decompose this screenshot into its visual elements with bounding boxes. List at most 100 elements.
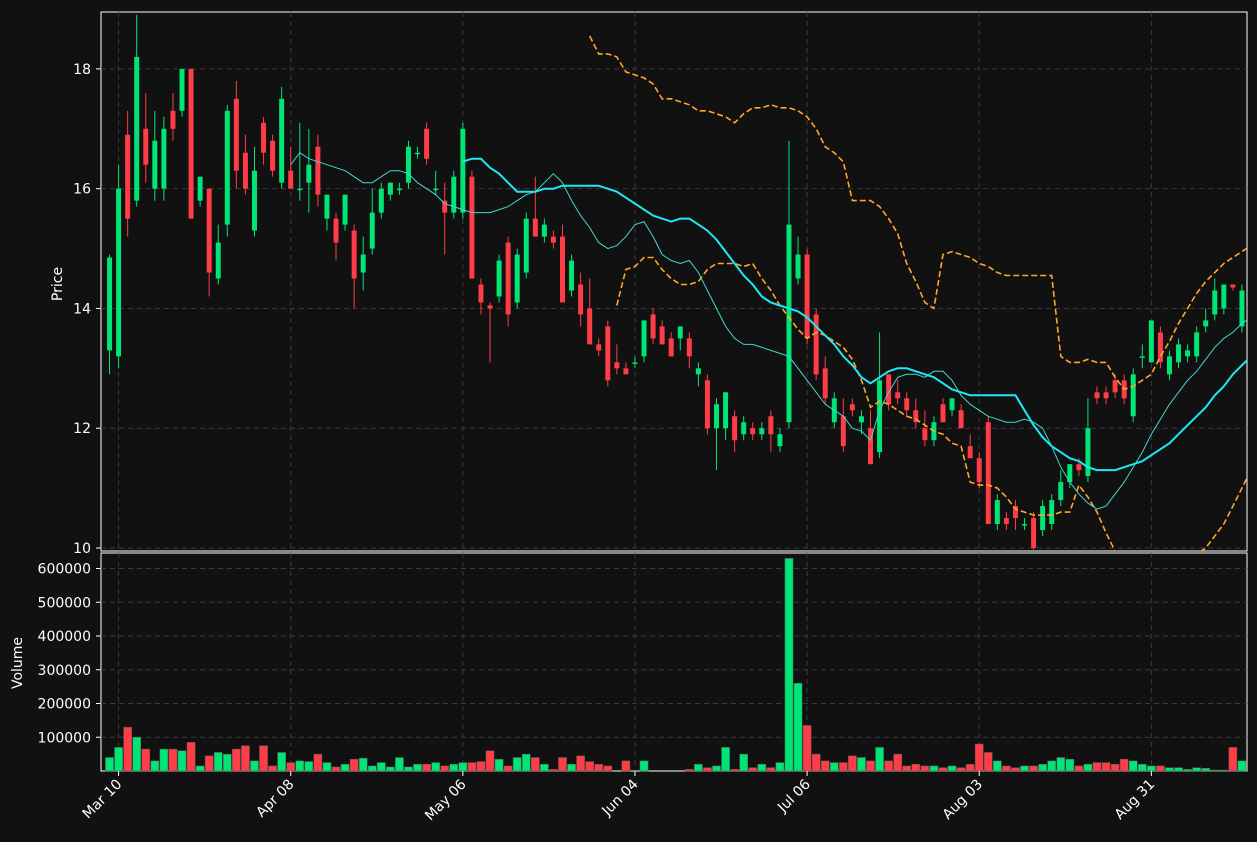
- candle-body: [650, 314, 656, 339]
- candle: [704, 374, 710, 435]
- volume-bar: [132, 737, 142, 772]
- volume-axis-label: Volume: [10, 637, 26, 689]
- volume-bar: [1101, 762, 1111, 772]
- volume-bar: [594, 764, 604, 772]
- volume-bar: [766, 767, 776, 772]
- volume-bar: [1038, 764, 1047, 772]
- candle-body: [958, 410, 964, 429]
- candle-body: [523, 218, 529, 273]
- candle-body: [1176, 344, 1182, 363]
- volume-bar: [784, 558, 794, 772]
- candle: [460, 122, 466, 219]
- candle-body: [1103, 392, 1109, 399]
- candle-body: [179, 68, 185, 111]
- volume-bar: [739, 753, 749, 772]
- volume-bar: [603, 765, 613, 772]
- volume-bar: [1147, 765, 1156, 772]
- candle-body: [297, 188, 303, 191]
- volume-bar: [893, 753, 903, 772]
- volume-bar: [956, 767, 966, 772]
- candle-body: [940, 404, 946, 423]
- candle: [179, 68, 185, 117]
- candle-body: [206, 188, 212, 273]
- volume-bar: [1092, 762, 1102, 772]
- candle-body: [632, 362, 638, 364]
- volume-bar: [195, 765, 205, 772]
- candle-body: [251, 170, 257, 231]
- volume-bar: [105, 757, 114, 772]
- candle: [505, 236, 511, 327]
- volume-bar: [159, 748, 169, 772]
- candle-body: [741, 422, 747, 435]
- volume-bar: [866, 760, 875, 772]
- volume-bar: [1201, 768, 1211, 772]
- price-tick-label: 16: [73, 182, 91, 198]
- candle-body: [550, 236, 556, 243]
- candle: [161, 116, 167, 201]
- volume-bar: [340, 764, 350, 772]
- candle: [116, 164, 122, 369]
- candle-body: [723, 392, 729, 429]
- volume-bar: [367, 765, 377, 772]
- volume-bar: [304, 761, 314, 772]
- volume-bar: [512, 757, 522, 772]
- candle-body: [777, 434, 783, 447]
- candle-body: [107, 257, 113, 351]
- volume-tick-label: 100000: [38, 730, 91, 746]
- candle: [224, 104, 230, 237]
- candle-body: [849, 404, 855, 411]
- candle-body: [433, 188, 439, 191]
- volume-bar: [286, 762, 296, 772]
- candle-body: [840, 416, 846, 447]
- volume-bar: [684, 769, 694, 772]
- candle-body: [994, 500, 1000, 525]
- volume-bar: [857, 757, 866, 772]
- volume-bar: [521, 753, 531, 772]
- volume-bar: [413, 764, 422, 772]
- candle-body: [1203, 320, 1209, 327]
- candle-body: [1085, 428, 1091, 477]
- volume-bar: [576, 755, 585, 772]
- volume-bar: [920, 765, 930, 772]
- candle-body: [161, 128, 167, 189]
- candle-body: [596, 344, 602, 351]
- candle-body: [224, 110, 230, 225]
- volume-bar: [250, 760, 259, 772]
- candle-body: [505, 242, 511, 315]
- candle-body: [822, 368, 828, 399]
- candle-body: [415, 152, 421, 155]
- volume-bar: [1056, 757, 1066, 772]
- candle-body: [858, 416, 864, 423]
- volume-bar: [1128, 760, 1138, 772]
- candle-body: [686, 338, 692, 357]
- candle-body: [116, 188, 122, 357]
- candle-body: [949, 398, 955, 411]
- volume-bar: [549, 769, 558, 772]
- candle-body: [1230, 284, 1236, 288]
- candle-body: [125, 134, 131, 219]
- volume-bar: [431, 762, 440, 772]
- volume-bar: [1074, 765, 1084, 772]
- candle: [188, 68, 194, 219]
- candle: [569, 254, 575, 297]
- volume-bar: [313, 753, 323, 772]
- volume-tick-label: 600000: [38, 562, 91, 578]
- candle-body: [261, 122, 267, 153]
- volume-bar: [141, 748, 151, 772]
- candle-body: [360, 254, 366, 273]
- volume-bar: [793, 683, 803, 772]
- candle-body: [578, 284, 584, 315]
- candle-body: [1130, 374, 1136, 417]
- price-tick-label: 12: [73, 421, 91, 437]
- candle-body: [170, 110, 176, 129]
- volume-bar: [123, 726, 132, 772]
- volume-bar: [1219, 769, 1229, 772]
- volume-bar: [820, 760, 830, 772]
- candle-body: [967, 446, 973, 459]
- volume-bar: [1137, 764, 1147, 772]
- volume-bar: [404, 766, 413, 772]
- volume-bar: [376, 762, 386, 772]
- candle-body: [369, 212, 375, 249]
- candle-body: [197, 176, 203, 201]
- volume-bar: [1165, 767, 1174, 772]
